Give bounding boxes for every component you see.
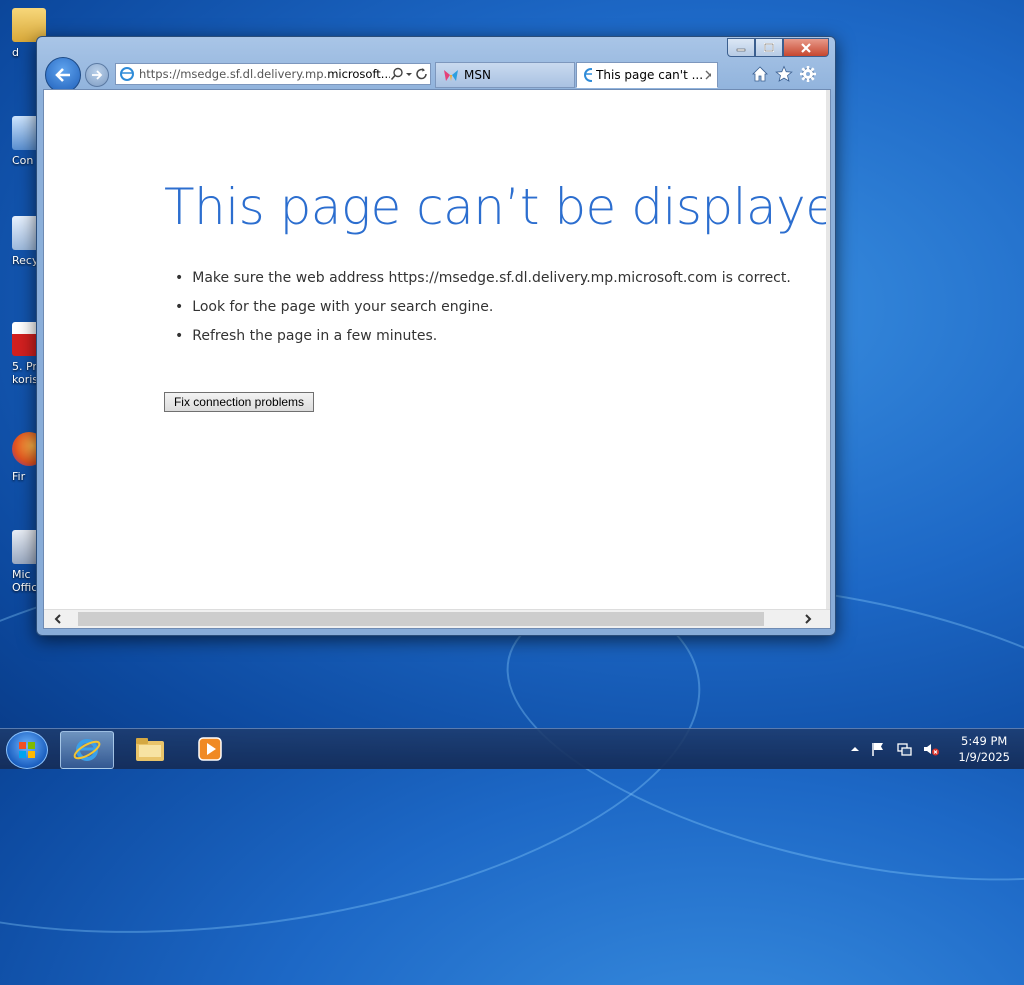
tab-msn[interactable]: MSN: [435, 62, 575, 88]
browser-window: https://msedge.sf.dl.delivery.mp.microso…: [36, 36, 836, 636]
vertical-scrollbar[interactable]: [826, 90, 830, 610]
home-icon[interactable]: [751, 65, 769, 83]
close-tab-icon[interactable]: [703, 68, 711, 82]
taskbar: 5:49 PM 1/9/2025: [0, 728, 1024, 769]
media-player-icon: [198, 737, 222, 761]
forward-arrow-icon: [92, 70, 103, 80]
back-button[interactable]: [45, 57, 81, 93]
tab-label: MSN: [464, 68, 491, 82]
start-button[interactable]: [6, 731, 48, 769]
folder-icon: [136, 738, 164, 761]
back-arrow-icon: [55, 68, 70, 82]
fix-connection-button[interactable]: Fix connection problems: [164, 392, 314, 412]
maximize-button[interactable]: [755, 38, 783, 57]
scroll-right-button[interactable]: [800, 611, 816, 627]
ie-page-icon: [584, 68, 593, 82]
system-tray: 5:49 PM 1/9/2025: [850, 729, 1010, 769]
action-center-flag-icon[interactable]: [870, 741, 886, 757]
minimize-button[interactable]: [727, 38, 755, 57]
favorites-star-icon[interactable]: [775, 65, 793, 83]
window-caption-buttons: [727, 38, 829, 57]
tip-item: Look for the page with your search engin…: [188, 299, 791, 328]
minimize-icon: [736, 48, 746, 51]
taskbar-internet-explorer[interactable]: [60, 731, 114, 769]
windows-logo-icon: [19, 742, 35, 758]
scrollbar-thumb[interactable]: [78, 612, 764, 626]
clock-time: 5:49 PM: [961, 734, 1008, 748]
settings-gear-icon[interactable]: [799, 65, 817, 83]
tab-label: This page can't ...: [596, 68, 704, 82]
msn-butterfly-icon: [444, 70, 458, 81]
tab-error-page[interactable]: This page can't ...: [576, 62, 718, 88]
clock-date: 1/9/2025: [958, 750, 1010, 764]
address-url: https://msedge.sf.dl.delivery.mp.microso…: [139, 67, 390, 81]
chevron-left-icon: [54, 614, 61, 624]
internet-explorer-icon: [73, 739, 101, 761]
forward-button[interactable]: [85, 63, 109, 87]
tip-item: Refresh the page in a few minutes.: [188, 328, 791, 357]
horizontal-scrollbar[interactable]: [44, 609, 830, 628]
chevron-right-icon: [805, 614, 812, 624]
close-button[interactable]: [783, 38, 829, 57]
toolbar-icons: [751, 65, 817, 83]
ie-page-icon: [120, 67, 134, 81]
error-heading: This page can’t be displayed: [164, 178, 831, 236]
page-content: This page can’t be displayed Make sure t…: [43, 89, 831, 629]
maximize-icon: [764, 43, 774, 52]
taskbar-media-player[interactable]: [184, 731, 236, 767]
address-bar[interactable]: https://msedge.sf.dl.delivery.mp.microso…: [115, 63, 431, 85]
network-icon[interactable]: [896, 741, 912, 757]
search-icon[interactable]: [390, 67, 404, 81]
volume-muted-icon[interactable]: [922, 741, 940, 757]
close-icon: [801, 42, 811, 53]
scroll-left-button[interactable]: [50, 611, 66, 627]
tip-item: Make sure the web address https://msedge…: [188, 270, 791, 299]
taskbar-clock[interactable]: 5:49 PM 1/9/2025: [950, 733, 1010, 765]
show-hidden-icons-icon[interactable]: [850, 744, 860, 754]
refresh-icon[interactable]: [414, 67, 430, 81]
tips-list: Make sure the web address https://msedge…: [188, 270, 791, 357]
dropdown-icon[interactable]: [404, 67, 414, 81]
taskbar-file-explorer[interactable]: [124, 731, 176, 767]
